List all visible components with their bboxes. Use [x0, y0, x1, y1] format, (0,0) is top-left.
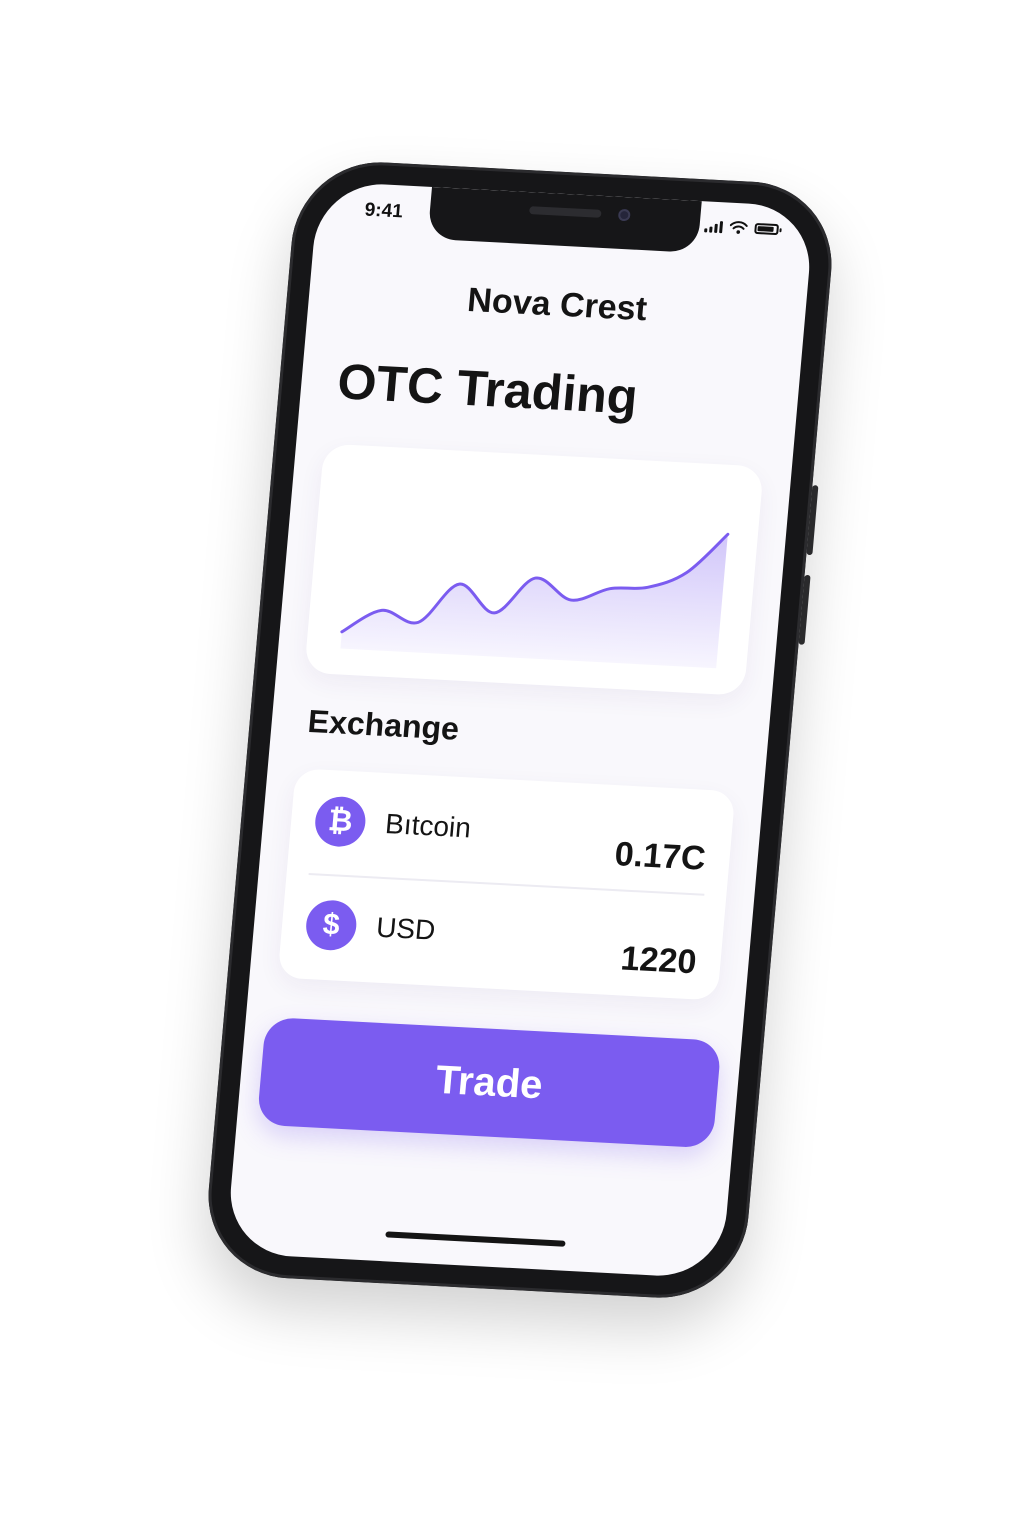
phone-frame: 9:41 Nova Crest OTC Trading Exchange ₿ B… [201, 157, 839, 1303]
wifi-icon [729, 221, 748, 234]
exchange-row-usd[interactable]: $ USD 1220 [302, 879, 702, 989]
coin-name: USD [374, 911, 437, 946]
status-time: 9:41 [363, 199, 404, 223]
stage: 9:41 Nova Crest OTC Trading Exchange ₿ B… [0, 0, 1024, 1536]
brand-name: Nova Crest [465, 280, 649, 329]
phone-screen: 9:41 Nova Crest OTC Trading Exchange ₿ B… [225, 181, 815, 1279]
coin-amount: 0.17C [613, 834, 708, 878]
price-chart [340, 532, 730, 669]
exchange-card: ₿ Bıtcoin 0.17C $ USD 1220 [277, 768, 736, 1001]
page-title: OTC Trading [335, 353, 640, 425]
exchange-row-bitcoin[interactable]: ₿ Bıtcoin 0.17C [311, 776, 711, 886]
home-indicator[interactable] [385, 1231, 566, 1247]
chart-card [304, 443, 764, 696]
volume-button [806, 485, 819, 556]
status-icons [704, 219, 780, 236]
front-camera [617, 208, 631, 222]
chart-area [340, 534, 728, 669]
bitcoin-icon: ₿ [313, 795, 368, 848]
coin-name: Bıtcoin [383, 808, 473, 844]
battery-icon [754, 222, 780, 236]
notch [427, 186, 702, 253]
volume-button [798, 574, 811, 645]
exchange-label: Exchange [306, 702, 461, 747]
speaker-grille [528, 206, 602, 218]
trade-button[interactable]: Trade [256, 1016, 722, 1149]
signal-icon [704, 220, 724, 233]
coin-amount: 1220 [619, 939, 699, 981]
dollar-icon: $ [304, 899, 359, 952]
